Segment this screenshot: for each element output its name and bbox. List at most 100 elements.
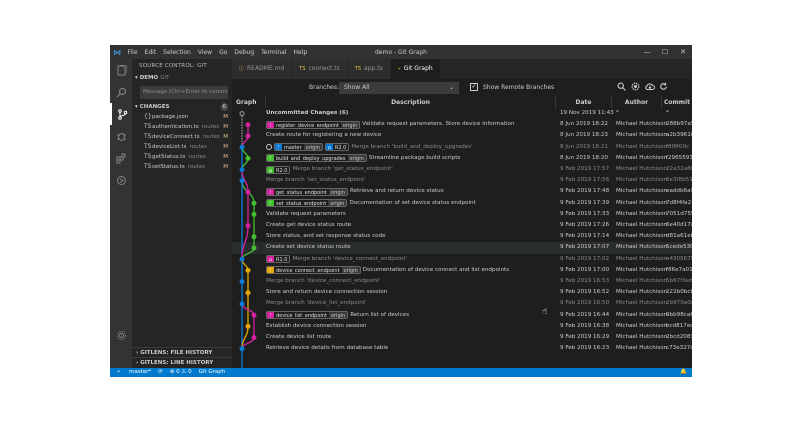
debug-icon[interactable] <box>110 125 132 147</box>
graph-commit-node[interactable] <box>239 167 245 173</box>
changed-file-item[interactable]: {} package.json M <box>132 112 232 122</box>
graph-commit-node[interactable] <box>245 189 251 195</box>
fetch-icon[interactable] <box>644 82 655 93</box>
commit-row[interactable]: ᚴ set_status_endpoint origin Documentation … <box>232 198 692 209</box>
graph-commit-node[interactable] <box>251 312 257 318</box>
commit-row[interactable]: ᚴ master origin ⌂ R2.0 Merge branch 'build_an… <box>232 142 692 153</box>
graph-commit-node[interactable] <box>251 245 257 251</box>
changed-file-item[interactable]: TS authentication.ts routes M <box>132 122 232 132</box>
tab-app-ts[interactable]: TS app.ts <box>347 59 391 79</box>
graph-commit-node[interactable] <box>239 279 245 285</box>
commit-row[interactable]: Create route for registering a new devic… <box>232 130 692 141</box>
extensions-icon[interactable] <box>110 147 132 169</box>
tab-readme-md[interactable]: ⓘ README.md <box>232 59 293 79</box>
graph-commit-node[interactable] <box>245 323 251 329</box>
graph-commit-node[interactable] <box>245 267 251 273</box>
commit-row[interactable]: Retrieve device details from database ta… <box>232 343 692 354</box>
changes-section[interactable]: ▾ CHANGES 6 <box>132 102 232 112</box>
graph-commit-node[interactable] <box>251 234 257 240</box>
changed-file-item[interactable]: TS deviceList.ts routes M <box>132 142 232 152</box>
find-icon[interactable] <box>616 82 627 93</box>
menu-selection[interactable]: Selection <box>160 49 195 56</box>
branch-label[interactable]: ᚴ get_status_endpoint origin <box>266 187 348 196</box>
explorer-icon[interactable] <box>110 59 132 81</box>
commit-row[interactable]: Store and return device connection sessi… <box>232 287 692 298</box>
commit-row[interactable]: Establish device connection session 9 Feb… <box>232 321 692 332</box>
commit-row[interactable]: Create get device status route 9 Feb 2019… <box>232 220 692 231</box>
branch-label[interactable]: ᚴ device_connect_endpoint origin <box>266 266 361 275</box>
branch-label[interactable]: ᚴ register_device_endpoint origin <box>266 120 361 129</box>
branch-label[interactable]: ᚴ build_and_deploy_upgrades origin <box>266 154 367 163</box>
source-control-icon[interactable] <box>110 103 132 125</box>
menu-terminal[interactable]: Terminal <box>258 49 290 56</box>
tab-git-graph[interactable]: ⑂ Git Graph <box>390 59 441 79</box>
branches-select[interactable]: Show All ⌄ <box>339 82 459 94</box>
file-history-section[interactable]: › GITLENS: FILE HISTORY <box>132 347 232 357</box>
problems-status[interactable]: ⊗ 0 ⚠ 0 <box>170 368 192 377</box>
menu-file[interactable]: File <box>124 49 141 56</box>
commit-row[interactable]: Create set device status route 9 Feb 2019… <box>232 242 692 254</box>
graph-commit-node[interactable] <box>245 290 251 296</box>
graph-commit-node[interactable] <box>245 122 251 128</box>
menu-view[interactable]: View <box>194 49 215 56</box>
commit-row[interactable]: ᚴ device_list_endpoint origin Return list o… <box>232 310 692 321</box>
graph-commit-node[interactable] <box>251 200 257 206</box>
minimize-button[interactable]: — <box>638 45 656 59</box>
sync-icon[interactable]: ⟳ <box>158 368 163 377</box>
commit-message-input[interactable]: Message (Ctrl+Enter to commit <box>140 86 228 99</box>
refresh-icon[interactable] <box>658 82 669 93</box>
tag-label[interactable]: ⌂ R2.0 <box>266 165 291 174</box>
tab-connect-ts[interactable]: TS connect.ts <box>292 59 348 79</box>
column-commit[interactable]: Commit <box>662 97 692 108</box>
menu-debug[interactable]: Debug <box>231 49 258 56</box>
graph-commit-node[interactable] <box>245 133 251 139</box>
branch-label[interactable]: ᚴ device_list_endpoint origin <box>266 311 349 320</box>
commit-row[interactable]: Uncommitted Changes (6) 19 Nov 2019 11:43… <box>232 108 692 119</box>
repo-section[interactable]: ▾ DEMO GIT <box>132 73 232 83</box>
commit-row[interactable]: ᚴ build_and_deploy_upgrades origin Streamli… <box>232 153 692 164</box>
notifications-bell-icon[interactable]: 🔔 <box>680 368 687 377</box>
commit-row[interactable]: ᚴ register_device_endpoint origin Validate … <box>232 119 692 130</box>
changed-file-item[interactable]: TS deviceConnect.ts routes M <box>132 132 232 142</box>
graph-commit-node[interactable] <box>239 178 245 184</box>
line-history-section[interactable]: › GITLENS: LINE HISTORY <box>132 357 232 367</box>
settings-icon[interactable] <box>630 82 641 93</box>
close-window-button[interactable]: ✕ <box>674 45 692 59</box>
branch-label[interactable]: ᚴ master origin <box>274 143 323 152</box>
search-icon[interactable] <box>110 81 132 103</box>
tag-label[interactable]: ⌂ R2.0 <box>324 143 350 152</box>
graph-commit-node[interactable] <box>239 111 245 117</box>
git-graph-status[interactable]: Git Graph <box>199 368 226 377</box>
commit-row[interactable]: Merge branch 'set_status_endpoint' 9 Feb … <box>232 175 692 186</box>
changed-file-item[interactable]: TS getStatus.ts routes M <box>132 152 232 162</box>
commit-row[interactable]: ⌂ R1.0 Merge branch 'device_connect_endpoi… <box>232 254 692 265</box>
branch-label[interactable]: ᚴ set_status_endpoint origin <box>266 199 348 208</box>
graph-commit-node[interactable] <box>239 144 245 150</box>
column-author[interactable]: Author <box>612 97 662 108</box>
graph-commit-node[interactable] <box>239 256 245 262</box>
commit-row[interactable]: Merge branch 'device_connect_endpoint' 9 … <box>232 276 692 287</box>
menu-help[interactable]: Help <box>290 49 311 56</box>
commit-row[interactable]: ⌂ R2.0 Merge branch 'get_status_endpoint' 9… <box>232 164 692 175</box>
maximize-button[interactable]: ☐ <box>656 45 674 59</box>
show-remote-checkbox[interactable]: ✓ <box>470 83 478 91</box>
graph-commit-node[interactable] <box>251 335 257 341</box>
menu-go[interactable]: Go <box>216 49 231 56</box>
settings-gear-icon[interactable] <box>110 324 132 346</box>
graph-commit-node[interactable] <box>239 301 245 307</box>
commit-row[interactable]: Validate request parameters 9 Feb 2019 17… <box>232 209 692 220</box>
remote-icon[interactable] <box>110 169 132 191</box>
commit-row[interactable]: Store status, and set response status co… <box>232 231 692 242</box>
changed-file-item[interactable]: TS setStatus.ts routes M <box>132 162 232 172</box>
commit-row[interactable]: Create device list route 9 Feb 2019 16:29… <box>232 332 692 343</box>
commit-row[interactable]: ᚴ get_status_endpoint origin Retrieve and r… <box>232 186 692 197</box>
graph-commit-node[interactable] <box>245 223 251 229</box>
commit-row[interactable]: Merge branch 'device_list_endpoint' 9 Feb… <box>232 298 692 309</box>
tag-label[interactable]: ⌂ R1.0 <box>266 255 291 264</box>
menu-edit[interactable]: Edit <box>141 49 160 56</box>
column-date[interactable]: Date <box>556 97 612 108</box>
branch-status[interactable]: ⑂ master* <box>117 368 151 377</box>
column-graph[interactable]: Graph <box>236 97 266 108</box>
graph-commit-node[interactable] <box>245 155 251 161</box>
graph-commit-node[interactable] <box>251 211 257 217</box>
